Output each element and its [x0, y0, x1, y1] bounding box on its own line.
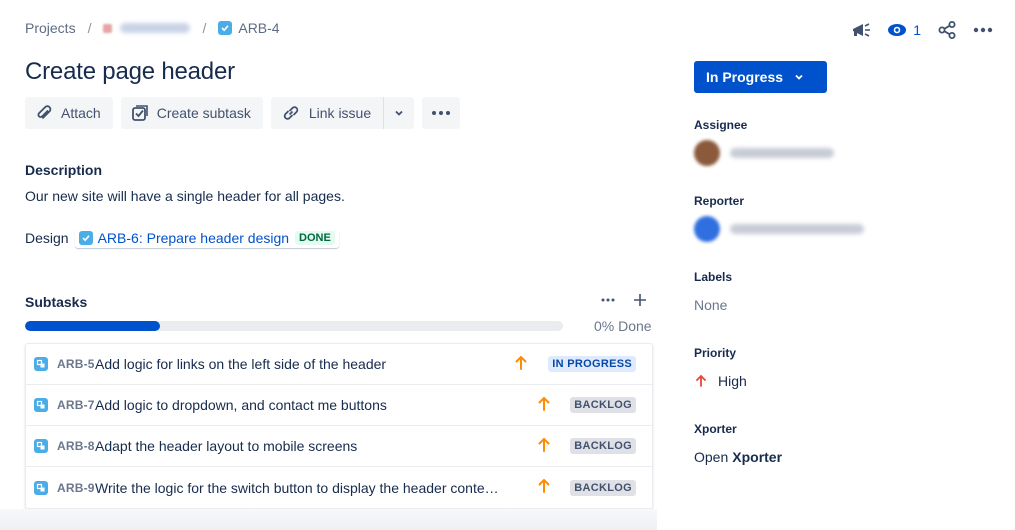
- reporter-field[interactable]: [694, 216, 864, 242]
- xporter-name: Xporter: [732, 449, 783, 465]
- labels-value[interactable]: None: [694, 297, 727, 313]
- reporter-name-redacted: [730, 224, 864, 234]
- subtask-list: ARB-5 Add logic for links on the left sid…: [25, 343, 653, 509]
- bottom-fade: [0, 509, 657, 530]
- status-badge[interactable]: BACKLOG: [570, 397, 636, 413]
- status-dropdown-button[interactable]: In Progress: [694, 61, 827, 93]
- create-subtask-button[interactable]: Create subtask: [120, 97, 263, 129]
- chevron-down-icon: [395, 110, 403, 116]
- priority-field[interactable]: High: [694, 373, 747, 389]
- subtask-summary[interactable]: Write the logic for the switch button to…: [95, 480, 499, 496]
- priority-high-icon: [537, 396, 551, 415]
- subtask-row[interactable]: ARB-5 Add logic for links on the left sid…: [26, 344, 652, 385]
- progress-fill: [25, 321, 160, 331]
- attach-button[interactable]: Attach: [25, 97, 113, 129]
- link-issue-dropdown[interactable]: [383, 97, 415, 129]
- subtask-type-icon: [34, 439, 48, 453]
- link-issue-label: Link issue: [308, 105, 372, 121]
- breadcrumb-projects[interactable]: Projects: [25, 20, 76, 36]
- breadcrumb-issue-key[interactable]: ARB-4: [238, 20, 279, 36]
- more-icon[interactable]: [965, 16, 1001, 44]
- subtask-summary[interactable]: Add logic to dropdown, and contact me bu…: [95, 397, 387, 413]
- xporter-prefix: Open: [694, 449, 729, 465]
- task-type-icon: [218, 21, 233, 35]
- breadcrumb-separator: /: [87, 20, 92, 36]
- design-link-text: ARB-6: Prepare header design: [97, 230, 290, 246]
- avatar: [694, 216, 720, 242]
- plus-icon[interactable]: [632, 292, 648, 313]
- progress-text: 0% Done: [594, 318, 652, 334]
- subtasks-progress-bar: [25, 321, 563, 331]
- status-label: In Progress: [706, 69, 784, 85]
- subtask-key[interactable]: ARB-5: [57, 357, 95, 371]
- attach-label: Attach: [61, 105, 101, 121]
- paperclip-icon: [37, 105, 52, 119]
- link-issue-button[interactable]: Link issue: [270, 97, 384, 129]
- subtask-key[interactable]: ARB-7: [57, 398, 95, 412]
- subtask-summary[interactable]: Add logic for links on the left side of …: [95, 356, 386, 372]
- subtask-type-icon: [34, 480, 48, 495]
- issue-header-actions: 1: [843, 16, 1001, 44]
- design-row: Design ARB-6: Prepare header design DONE: [25, 228, 339, 248]
- subtask-icon: [131, 105, 148, 121]
- subtasks-heading: Subtasks: [25, 294, 88, 310]
- subtask-type-icon: [34, 398, 48, 412]
- reporter-label: Reporter: [694, 194, 745, 208]
- priority-high-icon: [537, 478, 551, 497]
- issue-toolbar: Attach Create subtask Link issue: [25, 97, 461, 129]
- description-text[interactable]: Our new site will have a single header f…: [25, 188, 345, 204]
- breadcrumb-separator: /: [202, 20, 207, 36]
- status-badge[interactable]: BACKLOG: [570, 479, 636, 496]
- subtask-row[interactable]: ARB-7 Add logic to dropdown, and contact …: [26, 385, 652, 426]
- subtasks-actions: [600, 292, 648, 313]
- project-name-redacted: [120, 23, 191, 33]
- link-icon: [283, 106, 299, 120]
- breadcrumb-project[interactable]: [103, 23, 191, 33]
- priority-value: High: [718, 373, 747, 389]
- toolbar-more-button[interactable]: [422, 97, 461, 129]
- open-xporter-link[interactable]: Open Xporter: [694, 449, 782, 465]
- chevron-down-icon: [795, 74, 803, 80]
- breadcrumb: Projects / / ARB-4: [25, 20, 280, 36]
- watch-count: 1: [913, 22, 921, 38]
- issue-title[interactable]: Create page header: [25, 58, 235, 86]
- avatar: [694, 140, 720, 166]
- arrow-up-icon: [696, 374, 706, 387]
- subtask-row[interactable]: ARB-9 Write the logic for the switch butt…: [26, 467, 652, 508]
- task-type-icon: [78, 231, 93, 245]
- labels-label: Labels: [694, 270, 733, 284]
- status-badge[interactable]: BACKLOG: [570, 438, 636, 454]
- link-issue-group: Link issue: [270, 97, 415, 129]
- status-badge[interactable]: IN PROGRESS: [548, 356, 636, 372]
- xporter-label: Xporter: [694, 422, 737, 436]
- project-avatar-icon: [103, 23, 113, 33]
- description-heading: Description: [25, 162, 103, 178]
- subtask-type-icon: [34, 357, 48, 371]
- assignee-label: Assignee: [694, 118, 748, 132]
- design-label: Design: [25, 230, 69, 246]
- create-subtask-label: Create subtask: [156, 105, 251, 121]
- eye-watch-icon: [888, 24, 907, 36]
- feedback-megaphone-icon[interactable]: [843, 16, 879, 44]
- subtask-summary[interactable]: Adapt the header layout to mobile screen…: [95, 438, 357, 454]
- assignee-field[interactable]: [694, 140, 834, 166]
- design-issue-link[interactable]: ARB-6: Prepare header design DONE: [75, 228, 339, 248]
- share-icon[interactable]: [929, 16, 965, 44]
- status-badge: DONE: [295, 231, 335, 245]
- priority-high-icon: [537, 437, 551, 456]
- more-icon[interactable]: [600, 292, 616, 313]
- priority-label: Priority: [694, 346, 737, 360]
- subtask-key[interactable]: ARB-9: [57, 481, 95, 495]
- priority-high-icon: [514, 355, 528, 374]
- more-icon: [432, 111, 451, 115]
- watch-button[interactable]: 1: [887, 22, 921, 38]
- subtask-row[interactable]: ARB-8 Adapt the header layout to mobile s…: [26, 426, 652, 467]
- subtask-key[interactable]: ARB-8: [57, 439, 95, 453]
- assignee-name-redacted: [730, 148, 834, 158]
